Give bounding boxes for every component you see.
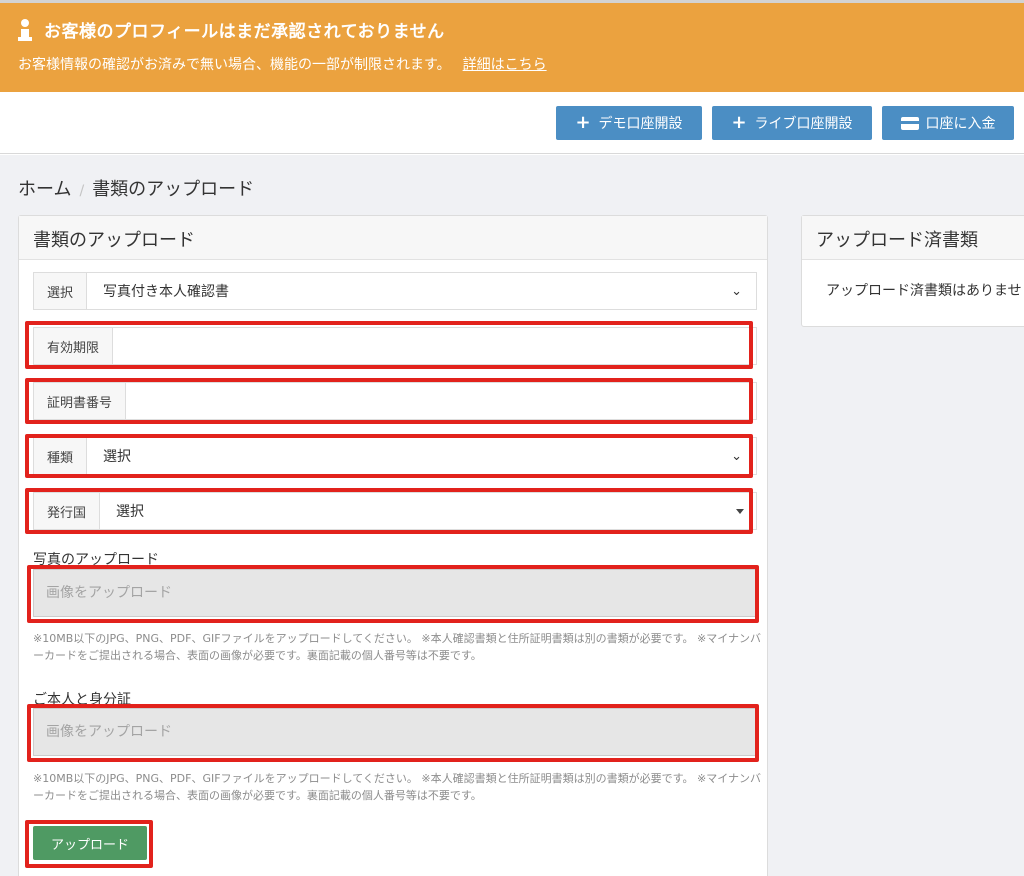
highlight-box — [25, 321, 753, 369]
alert-title-row: お客様のプロフィールはまだ承認されておりません — [18, 17, 445, 42]
chevron-down-icon: ⌄ — [731, 283, 742, 299]
open-demo-account-label: デモ口座開設 — [598, 116, 683, 132]
selfie-upload-help: ※10MB以下のJPG、PNG、PDF、GIFファイルをアップロードしてください… — [33, 772, 762, 802]
plus-icon: + — [731, 112, 747, 133]
plus-icon: + — [575, 112, 591, 133]
highlight-box — [27, 565, 759, 623]
document-type-label: 選択 — [34, 273, 88, 309]
main-content: ホーム / 書類のアップロード 書類のアップロード 選択 写真付き本人確認書 ⌄ 有… — [0, 155, 1024, 876]
deposit-button[interactable]: 口座に入金 — [882, 106, 1014, 140]
document-type-value: 写真付き本人確認書 — [103, 284, 230, 300]
highlight-box — [25, 820, 153, 868]
breadcrumb: ホーム / 書類のアップロード — [18, 175, 254, 201]
breadcrumb-separator: / — [79, 183, 85, 199]
highlight-box — [25, 378, 753, 424]
open-live-account-button[interactable]: + ライブ口座開設 — [712, 106, 872, 140]
breadcrumb-current: 書類のアップロード — [92, 179, 255, 200]
upload-form-panel: 書類のアップロード 選択 写真付き本人確認書 ⌄ 有効期限 証明書番号 種類 選… — [18, 215, 768, 876]
breadcrumb-home[interactable]: ホーム — [18, 179, 71, 200]
open-live-account-label: ライブ口座開設 — [754, 116, 853, 132]
deposit-label: 口座に入金 — [925, 116, 996, 132]
info-icon — [18, 18, 32, 41]
profile-alert-banner: お客様のプロフィールはまだ承認されておりません お客様情報の確認がお済みで無い場… — [0, 0, 1024, 92]
document-type-select[interactable]: 選択 写真付き本人確認書 ⌄ — [33, 272, 757, 310]
uploaded-documents-panel: アップロード済書類 アップロード済書類はありませ — [801, 215, 1024, 327]
photo-upload-help: ※10MB以下のJPG、PNG、PDF、GIFファイルをアップロードしてください… — [33, 632, 762, 662]
upload-form-title: 書類のアップロード — [19, 216, 767, 260]
highlight-box — [25, 434, 753, 478]
uploaded-documents-title: アップロード済書類 — [802, 216, 1024, 260]
alert-title: お客様のプロフィールはまだ承認されておりません — [44, 22, 445, 42]
uploaded-documents-empty: アップロード済書類はありませ — [826, 283, 1022, 299]
highlight-box — [25, 488, 753, 534]
credit-card-icon — [900, 116, 919, 130]
top-toolbar: + デモ口座開設 + ライブ口座開設 口座に入金 — [0, 92, 1024, 154]
alert-message: お客様情報の確認がお済みで無い場合、機能の一部が制限されます。 — [18, 57, 451, 73]
alert-message-row: お客様情報の確認がお済みで無い場合、機能の一部が制限されます。 詳細はこちら — [18, 54, 547, 74]
open-demo-account-button[interactable]: + デモ口座開設 — [556, 106, 702, 140]
highlight-box — [27, 704, 759, 762]
alert-details-link[interactable]: 詳細はこちら — [463, 57, 547, 73]
